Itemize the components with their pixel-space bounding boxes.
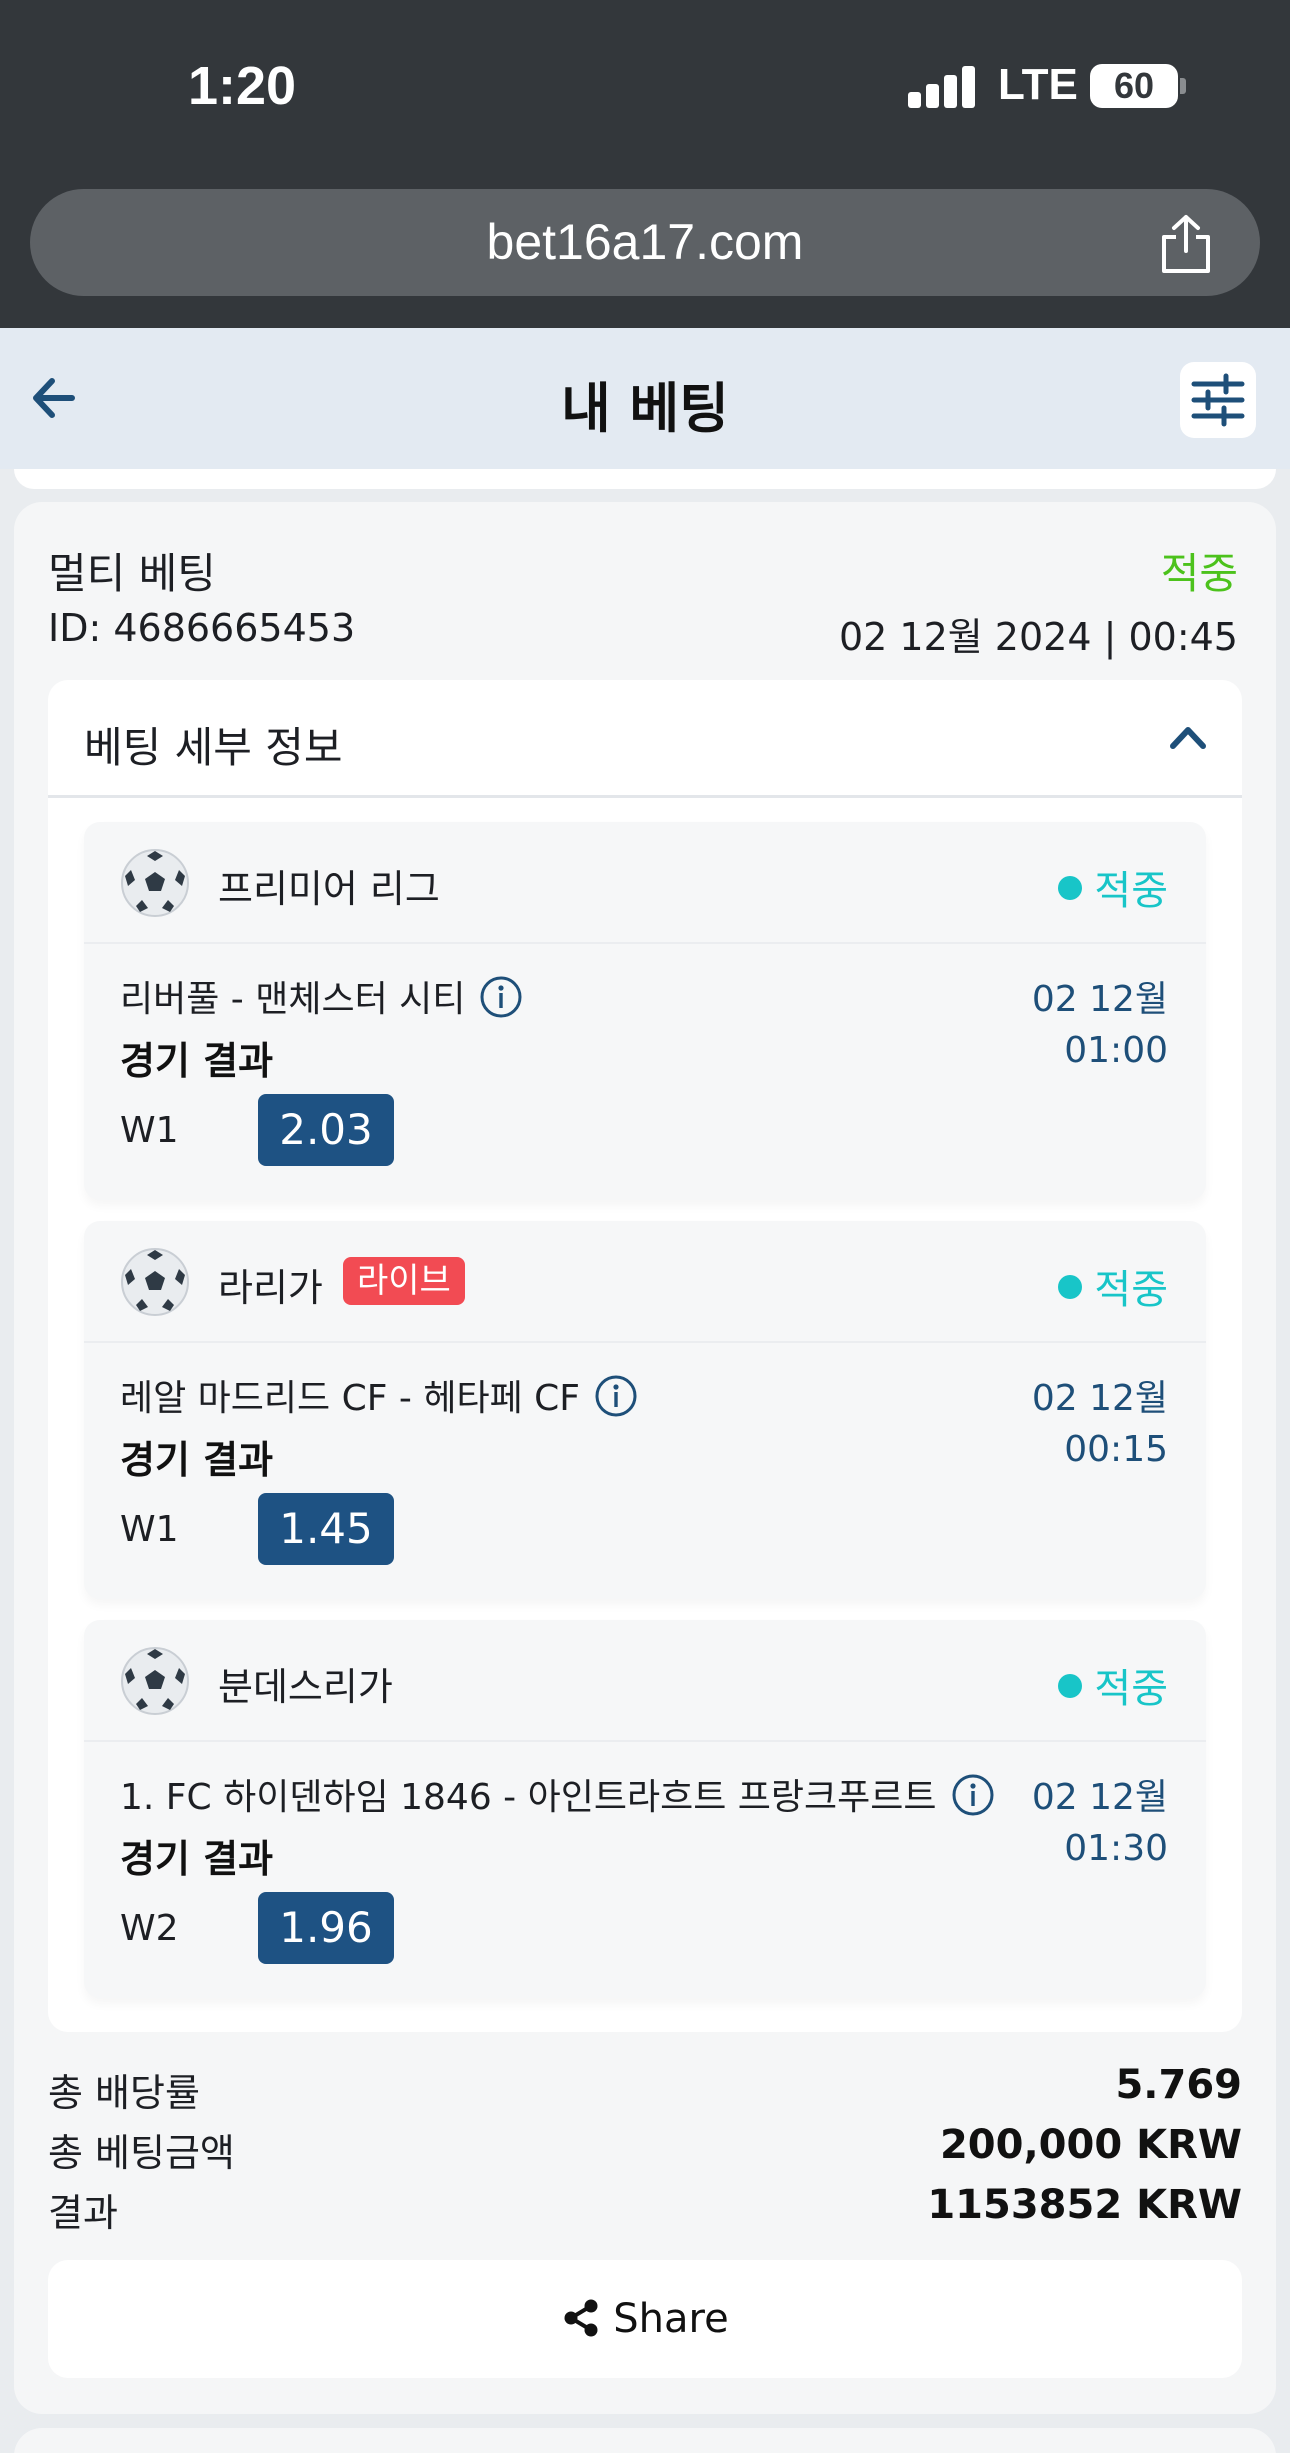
event-time: 01:30	[1064, 1828, 1168, 1869]
pick-label: W1	[120, 1509, 179, 1550]
event-header: 프리미어 리그 적중	[84, 822, 1206, 944]
sliders-icon	[1191, 373, 1245, 427]
bet-id: ID: 4686665453	[48, 606, 356, 650]
summary-value: 1153852 KRW	[927, 2182, 1242, 2228]
share-icon[interactable]	[1156, 213, 1216, 275]
bet-details-panel: 베팅 세부 정보 프리미어 리그 적중 리버풀 - 맨체스터 시티 02 12월…	[48, 680, 1242, 2032]
summary-row-result: 결과 1153852 KRW	[48, 2182, 1242, 2237]
market-name: 경기 결과	[120, 1039, 274, 1083]
odds-badge: 2.03	[258, 1094, 394, 1166]
summary-value: 200,000 KRW	[939, 2122, 1242, 2168]
odds-badge: 1.45	[258, 1493, 394, 1565]
soccer-ball-icon	[121, 849, 189, 917]
event-date: 02 12월	[1031, 979, 1168, 1020]
event-card: 라리가 라이브 적중 레알 마드리드 CF - 헤타페 CF 02 12월 경기…	[84, 1221, 1206, 1599]
chevron-up-icon[interactable]	[1168, 720, 1208, 754]
market-name: 경기 결과	[120, 1438, 274, 1482]
event-time: 01:00	[1064, 1030, 1168, 1071]
share-button-content: Share	[48, 2296, 1242, 2342]
event-status-label: 적중	[1094, 1666, 1168, 1712]
share-button[interactable]: Share	[48, 2260, 1242, 2378]
status-dot-icon	[1058, 1275, 1083, 1299]
event-header: 라리가 라이브 적중	[84, 1221, 1206, 1343]
live-badge: 라이브	[343, 1257, 465, 1305]
filter-button[interactable]	[1180, 362, 1256, 438]
summary-label: 총 배당률	[48, 2071, 200, 2115]
info-icon[interactable]	[951, 1773, 995, 1817]
battery-icon: 60	[1090, 64, 1178, 108]
odds-badge: 1.96	[258, 1892, 394, 1964]
bet-type: 멀티 베팅	[48, 549, 216, 598]
league-name: 분데스리가	[218, 1665, 393, 1709]
bet-details-title: 베팅 세부 정보	[84, 723, 343, 772]
share-nodes-icon	[564, 2299, 598, 2337]
pick-label: W2	[120, 1908, 179, 1949]
share-label: Share	[613, 2296, 729, 2342]
bet-card: 멀티 베팅 적중 ID: 4686665453 02 12월 2024 | 00…	[14, 502, 1276, 2414]
summary-row-total-odds: 총 배당률 5.769	[48, 2062, 1242, 2117]
info-icon[interactable]	[594, 1374, 638, 1418]
event-status-label: 적중	[1094, 868, 1168, 914]
summary-row-stake: 총 베팅금액 200,000 KRW	[48, 2122, 1242, 2177]
status-dot-icon	[1058, 876, 1083, 900]
info-icon[interactable]	[479, 975, 523, 1019]
app-header: 내 베팅	[0, 328, 1290, 469]
event-status-label: 적중	[1094, 1267, 1168, 1313]
summary-value: 5.769	[1115, 2062, 1242, 2108]
league-name: 프리미어 리그	[218, 867, 440, 911]
bet-status: 적중	[1160, 549, 1238, 598]
event-status: 적중	[1058, 1656, 1168, 1714]
summary-label: 총 베팅금액	[48, 2131, 235, 2175]
soccer-ball-icon	[121, 1248, 189, 1316]
event-card: 분데스리가 적중 1. FC 하이덴하임 1846 - 아인트라흐트 프랑크푸르…	[84, 1620, 1206, 1998]
url-text: bet16a17.com	[486, 214, 804, 270]
event-date: 02 12월	[1031, 1378, 1168, 1419]
event-date: 02 12월	[1031, 1777, 1168, 1818]
bet-details-header[interactable]: 베팅 세부 정보	[48, 680, 1242, 798]
event-card: 프리미어 리그 적중 리버풀 - 맨체스터 시티 02 12월 경기 결과 01…	[84, 822, 1206, 1200]
network-label: LTE	[998, 60, 1078, 109]
next-card-edge	[14, 2428, 1276, 2453]
event-status: 적중	[1058, 858, 1168, 916]
soccer-ball-icon	[121, 1647, 189, 1715]
status-time: 1:20	[188, 56, 297, 116]
match-label: 1. FC 하이덴하임 1846 - 아인트라흐트 프랑크푸르트	[120, 1777, 937, 1818]
status-dot-icon	[1058, 1674, 1083, 1698]
address-bar[interactable]: bet16a17.com	[30, 189, 1260, 296]
market-name: 경기 결과	[120, 1837, 274, 1881]
league-name: 라리가	[218, 1266, 323, 1310]
previous-card-edge	[14, 469, 1276, 489]
match-label: 레알 마드리드 CF - 헤타페 CF	[120, 1378, 580, 1419]
pick-label: W1	[120, 1110, 179, 1151]
page-title: 내 베팅	[561, 377, 729, 440]
event-header: 분데스리가 적중	[84, 1620, 1206, 1742]
match-name: 레알 마드리드 CF - 헤타페 CF	[120, 1369, 638, 1421]
signal-icon	[908, 64, 976, 108]
event-status: 적중	[1058, 1257, 1168, 1315]
match-name: 리버풀 - 맨체스터 시티	[120, 970, 523, 1022]
bet-date: 02 12월 2024 | 00:45	[838, 615, 1238, 659]
summary-label: 결과	[48, 2191, 118, 2235]
event-time: 00:15	[1064, 1429, 1168, 1470]
match-name: 1. FC 하이덴하임 1846 - 아인트라흐트 프랑크푸르트	[120, 1768, 995, 1820]
battery-nub	[1180, 78, 1186, 94]
browser-chrome: 1:20 LTE 60 bet16a17.com	[0, 0, 1290, 328]
match-label: 리버풀 - 맨체스터 시티	[120, 979, 466, 1020]
